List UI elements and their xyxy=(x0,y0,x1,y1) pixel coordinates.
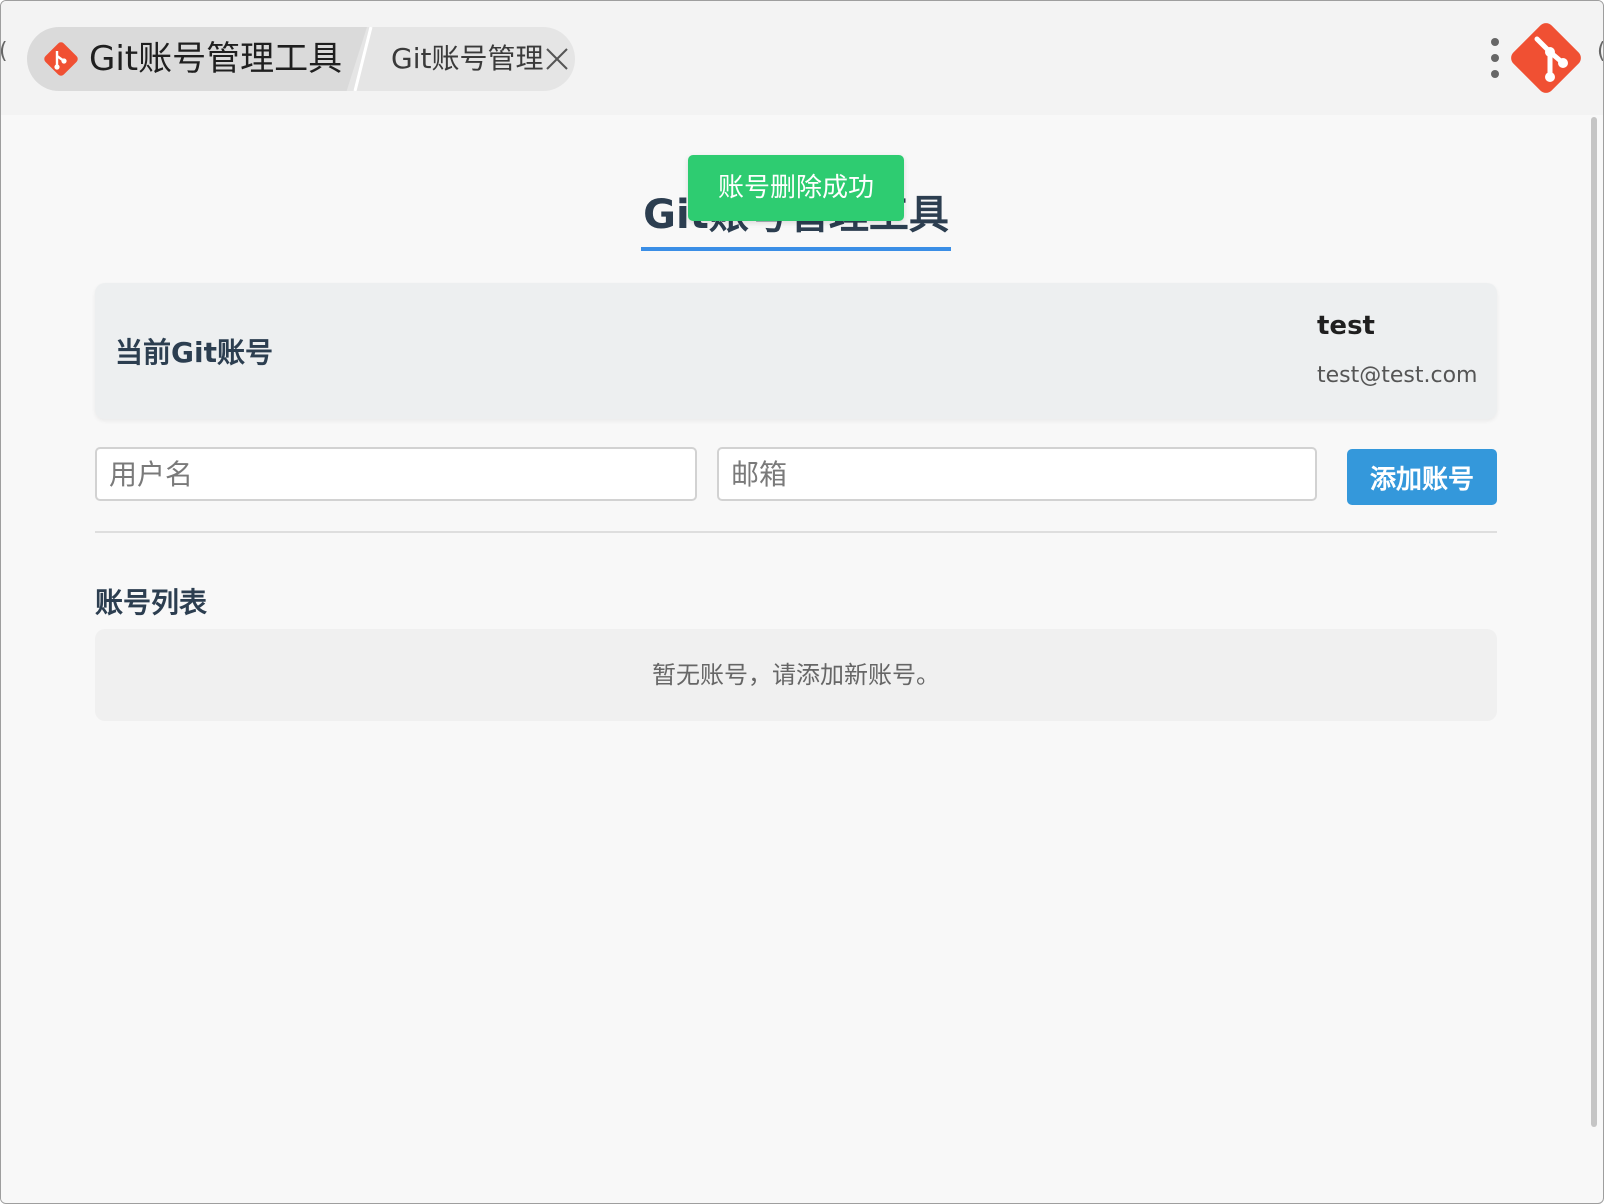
current-account-title: 当前Git账号 xyxy=(115,336,273,369)
add-account-button[interactable]: 添加账号 xyxy=(1347,449,1497,505)
more-vertical-icon[interactable] xyxy=(1487,35,1503,81)
tab-strip: Git账号管理工具 Git账号管理 xyxy=(27,27,575,91)
scrollbar[interactable] xyxy=(1591,117,1597,1127)
tab-git-account-tool[interactable]: Git账号管理工具 xyxy=(27,27,367,91)
app-window: ( Git账号管理工具 Git账号管理 xyxy=(0,0,1604,1204)
tab-git-account[interactable]: Git账号管理 xyxy=(367,27,575,91)
username-input[interactable] xyxy=(95,447,697,501)
email-input[interactable] xyxy=(717,447,1317,501)
empty-state-text: 暂无账号，请添加新账号。 xyxy=(652,661,940,689)
git-logo-icon xyxy=(1511,23,1581,93)
close-icon[interactable] xyxy=(543,45,571,73)
window-edge-left: ( xyxy=(1,39,8,64)
divider xyxy=(95,531,1497,533)
tab-label: Git账号管理工具 xyxy=(89,39,343,79)
git-logo-icon xyxy=(44,42,78,76)
account-list-empty: 暂无账号，请添加新账号。 xyxy=(95,629,1497,721)
current-account-email: test@test.com xyxy=(1317,363,1478,388)
account-list-title: 账号列表 xyxy=(95,586,208,619)
title-bar: ( Git账号管理工具 Git账号管理 xyxy=(1,1,1603,115)
success-toast: 账号删除成功 xyxy=(688,155,904,221)
main-content: Git账号管理工具 账号删除成功 当前Git账号 test test@test.… xyxy=(1,115,1591,1203)
window-edge-right: ( xyxy=(1597,39,1603,64)
tab-label: Git账号管理 xyxy=(391,42,544,75)
current-account-username: test xyxy=(1317,311,1375,341)
current-account-card: 当前Git账号 test test@test.com xyxy=(95,283,1497,419)
